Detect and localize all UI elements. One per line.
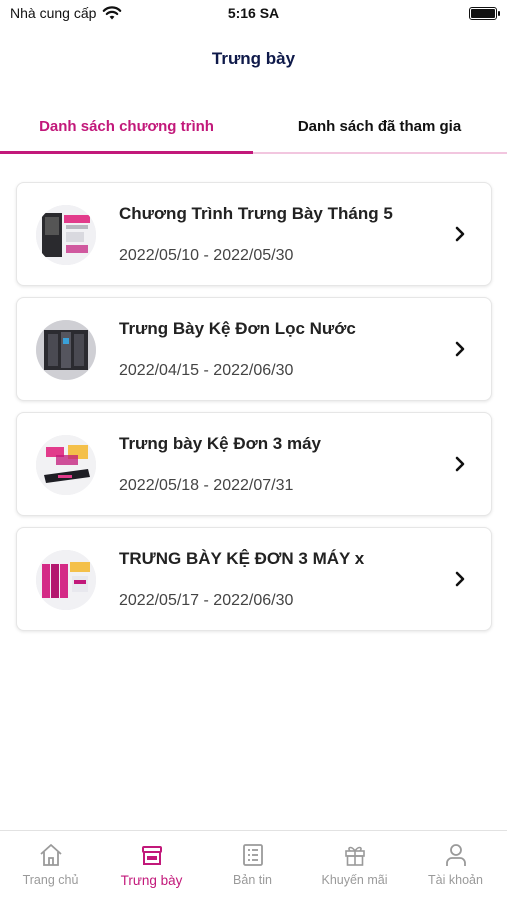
- program-title: Trưng bày Kệ Đơn 3 máy: [119, 434, 322, 453]
- program-list: Chương Trình Trưng Bày Tháng 5 2022/05/1…: [16, 182, 492, 642]
- page-title: Trưng bày: [211, 49, 296, 68]
- tab-joined-list[interactable]: Danh sách đã tham gia: [253, 100, 506, 152]
- tab-program-list[interactable]: Danh sách chương trình: [0, 100, 253, 152]
- program-date-range: 2022/05/18 - 2022/07/31: [119, 477, 294, 494]
- program-date-range: 2022/05/10 - 2022/05/30: [119, 247, 294, 264]
- chevron-right-icon: [455, 571, 465, 587]
- program-date-range: 2022/05/17 - 2022/06/30: [119, 592, 294, 609]
- status-bar: Nhà cung cấp 5:16 SA: [0, 0, 507, 30]
- active-tab-indicator: [0, 151, 253, 154]
- gift-icon: [344, 846, 365, 866]
- chevron-right-icon: [455, 341, 465, 357]
- tab-bar: Danh sách chương trình Danh sách đã tham…: [0, 100, 507, 155]
- program-title: Chương Trình Trưng Bày Tháng 5: [119, 204, 393, 223]
- nav-label: Trưng bày: [120, 873, 183, 888]
- nav-promotions[interactable]: Khuyến mãi: [304, 841, 405, 897]
- pink-shelf-thumbnail: [36, 550, 96, 610]
- nav-home[interactable]: Trang chủ: [0, 841, 101, 897]
- program-title: TRƯNG BÀY KỆ ĐƠN 3 MÁY x: [119, 549, 365, 568]
- shelf-display-thumbnail: [36, 435, 96, 495]
- nav-newsletter[interactable]: Bản tin: [202, 841, 303, 897]
- status-time: 5:16 SA: [227, 5, 280, 21]
- bottom-nav: Trang chủ Trưng bày Bản tin Khuyến mãi T…: [0, 830, 507, 900]
- nav-label: Bản tin: [233, 873, 272, 887]
- program-card[interactable]: Trưng bày Kệ Đơn 3 máy 2022/05/18 - 2022…: [16, 412, 492, 516]
- nav-label: Khuyến mãi: [321, 873, 388, 887]
- user-icon: [445, 844, 466, 866]
- chevron-right-icon: [455, 226, 465, 242]
- nav-label: Trang chủ: [22, 873, 79, 887]
- nav-display[interactable]: Trưng bày: [101, 841, 202, 897]
- chevron-right-icon: [455, 456, 465, 472]
- tab-track: [253, 152, 507, 154]
- program-date-range: 2022/04/15 - 2022/06/30: [119, 362, 294, 379]
- program-card[interactable]: TRƯNG BÀY KỆ ĐƠN 3 MÁY x 2022/05/17 - 20…: [16, 527, 492, 631]
- nav-label: Tài khoản: [428, 873, 483, 887]
- program-card[interactable]: Trưng Bày Kệ Đơn Lọc Nước 2022/04/15 - 2…: [16, 297, 492, 401]
- program-title: Trưng Bày Kệ Đơn Lọc Nước: [119, 319, 356, 338]
- store-icon: [141, 846, 162, 865]
- newsletter-icon: [242, 844, 263, 866]
- nav-account[interactable]: Tài khoản: [405, 841, 506, 897]
- promo-poster-thumbnail: [36, 205, 96, 265]
- battery-icon: [469, 7, 500, 20]
- water-purifier-thumbnail: [36, 320, 96, 380]
- program-card[interactable]: Chương Trình Trưng Bày Tháng 5 2022/05/1…: [16, 182, 492, 286]
- home-icon: [39, 844, 62, 866]
